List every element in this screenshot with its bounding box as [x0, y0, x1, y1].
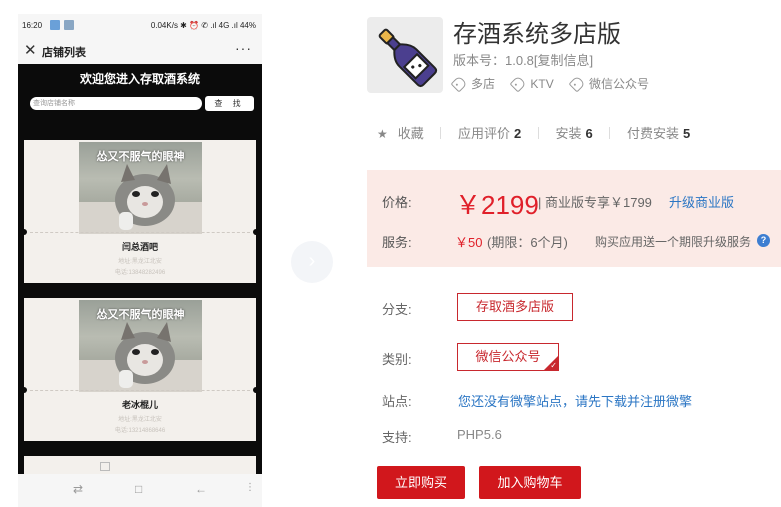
tag-icon: [450, 75, 468, 93]
photo-caption: 怂又不服气的眼神: [96, 309, 185, 321]
shop-phone: 电话:13848282496: [114, 270, 166, 276]
back-arrow-icon[interactable]: ←: [195, 482, 207, 496]
app-icon: [367, 17, 443, 93]
tag-label: KTV: [530, 77, 554, 91]
star-icon: ★: [377, 127, 388, 141]
status-indicators: 0.04K/s ✱ ⏰ ✆ .ıl 4G .ıl 44%: [150, 21, 256, 30]
wine-bottle-icon: [378, 28, 438, 88]
phone-screenshot: 16:20 0.04K/s ✱ ⏰ ✆ .ıl 4G .ıl 44% ✕ 店铺列…: [18, 14, 262, 507]
divider: [609, 127, 611, 139]
phone-title-bar: ✕ 店铺列表 ···: [18, 38, 262, 64]
service-price: ￥50: [455, 235, 483, 250]
card-notch: [21, 387, 27, 393]
welcome-heading: 欢迎您进入存取酒系统: [79, 72, 200, 86]
status-bar: 16:20 0.04K/s ✱ ⏰ ✆ .ıl 4G .ıl 44%: [18, 14, 262, 38]
favorite-label: 收藏: [397, 126, 424, 141]
install-stat: 安装 6: [556, 123, 593, 142]
phone-nav-bar: ⇄ □ ← ⋮: [18, 474, 262, 507]
business-price-text: | 商业版专享￥1799: [538, 195, 652, 210]
tag-label: 多店: [471, 77, 496, 91]
branch-label: 分支:: [382, 302, 412, 317]
price-value: ￥2199: [455, 190, 539, 220]
price-label: 价格:: [382, 195, 412, 210]
buy-now-button[interactable]: 立即购买: [377, 466, 465, 499]
version-info: 版本号：1.0.8[复制信息]: [453, 50, 593, 69]
shop-name: 闫总酒吧: [121, 242, 158, 252]
notification-icon: [50, 20, 60, 30]
support-label: 支持:: [382, 430, 412, 445]
image-placeholder-icon: [100, 462, 110, 471]
branch-option[interactable]: 存取酒多店版: [457, 293, 573, 321]
divider: [440, 127, 442, 139]
shop-address: 地址:黑龙江北安: [118, 259, 162, 265]
card-divider: [30, 232, 250, 233]
copy-info-link[interactable]: [复制信息]: [534, 53, 593, 68]
support-value: PHP5.6: [457, 427, 502, 442]
tag-icon: [509, 75, 527, 93]
card-divider: [30, 390, 250, 391]
shop-card[interactable]: 怂又不服气的眼神 老冰棍儿 地址:黑龙江北安 电话:13214868646: [21, 298, 259, 441]
install-label: 安装: [555, 126, 582, 141]
photo-caption: 怂又不服气的眼神: [96, 151, 185, 163]
shop-address: 地址:黑龙江北安: [118, 417, 162, 423]
shop-search-input[interactable]: 查询店铺名称: [30, 97, 202, 110]
carousel-next-button[interactable]: ›: [291, 241, 333, 283]
cat-photo: 怂又不服气的眼神: [79, 142, 202, 234]
shop-phone: 电话:13214868646: [114, 428, 166, 434]
shop-list-screen: 欢迎您进入存取酒系统 查询店铺名称 查 找 怂又不服气的眼神 闫总酒吧 地址:黑…: [18, 64, 262, 474]
shop-name: 老冰棍儿: [121, 400, 158, 410]
shop-card[interactable]: 怂又不服气的眼神 闫总酒吧 地址:黑龙江北安 电话:13848282496: [21, 140, 259, 283]
paid-install-stat: 付费安装 5: [627, 123, 690, 142]
service-label: 服务:: [382, 235, 412, 250]
shop-search-button[interactable]: 查 找: [205, 96, 254, 111]
stats-bar: ★ 收藏 应用评价 2 安装 6 付费安装 5: [377, 123, 690, 142]
tag-icon: [568, 75, 586, 93]
rating-label: 应用评价: [458, 126, 511, 141]
home-icon[interactable]: □: [135, 482, 142, 496]
tag-label: 微信公众号: [589, 77, 650, 91]
help-icon[interactable]: ?: [757, 234, 770, 247]
paid-install-label: 付费安装: [627, 126, 680, 141]
version-number: 版本号：1.0.8: [453, 53, 534, 68]
divider: [537, 127, 539, 139]
add-to-cart-button[interactable]: 加入购物车: [479, 466, 581, 499]
price-panel: 价格: ￥2199 | 商业版专享￥1799 升级商业版 服务: ￥50 (期限…: [367, 170, 781, 267]
register-site-link[interactable]: 您还没有微擎站点，请先下载并注册微擎: [458, 391, 692, 410]
tag-list: 多店 KTV 微信公众号: [450, 75, 663, 93]
category-label: 类别:: [382, 352, 412, 367]
service-note: 购买应用送一个期限升级服务: [595, 235, 752, 249]
tag-item[interactable]: 微信公众号: [568, 75, 650, 93]
paid-install-count: 5: [683, 126, 691, 141]
tag-item[interactable]: 多店: [450, 75, 496, 93]
card-notch: [21, 229, 27, 235]
rating-count: 2: [514, 126, 522, 141]
switch-icon[interactable]: ⇄: [73, 482, 83, 496]
tag-item[interactable]: KTV: [509, 75, 554, 93]
notification-icon: [64, 20, 74, 30]
close-icon[interactable]: ✕: [24, 41, 37, 59]
shop-card[interactable]: [24, 456, 256, 474]
more-icon[interactable]: ···: [235, 40, 252, 56]
category-value: 微信公众号: [475, 349, 541, 364]
menu-icon[interactable]: ⋮: [245, 482, 255, 493]
upgrade-business-link[interactable]: 升级商业版: [669, 192, 734, 211]
favorite-button[interactable]: ★ 收藏: [377, 123, 424, 142]
install-count: 6: [585, 126, 593, 141]
site-label: 站点:: [382, 394, 412, 409]
status-time: 16:20: [22, 21, 43, 30]
phone-page-title: 店铺列表: [42, 47, 86, 59]
service-period: (期限：6个月): [487, 235, 568, 250]
check-icon: ✓: [550, 361, 557, 370]
category-option[interactable]: 微信公众号 ✓: [457, 343, 559, 371]
cat-photo: 怂又不服气的眼神: [79, 300, 202, 392]
rating-stat[interactable]: 应用评价 2: [458, 123, 521, 142]
card-notch: [253, 387, 259, 393]
app-title: 存酒系统多店版: [453, 21, 621, 48]
card-notch: [253, 229, 259, 235]
